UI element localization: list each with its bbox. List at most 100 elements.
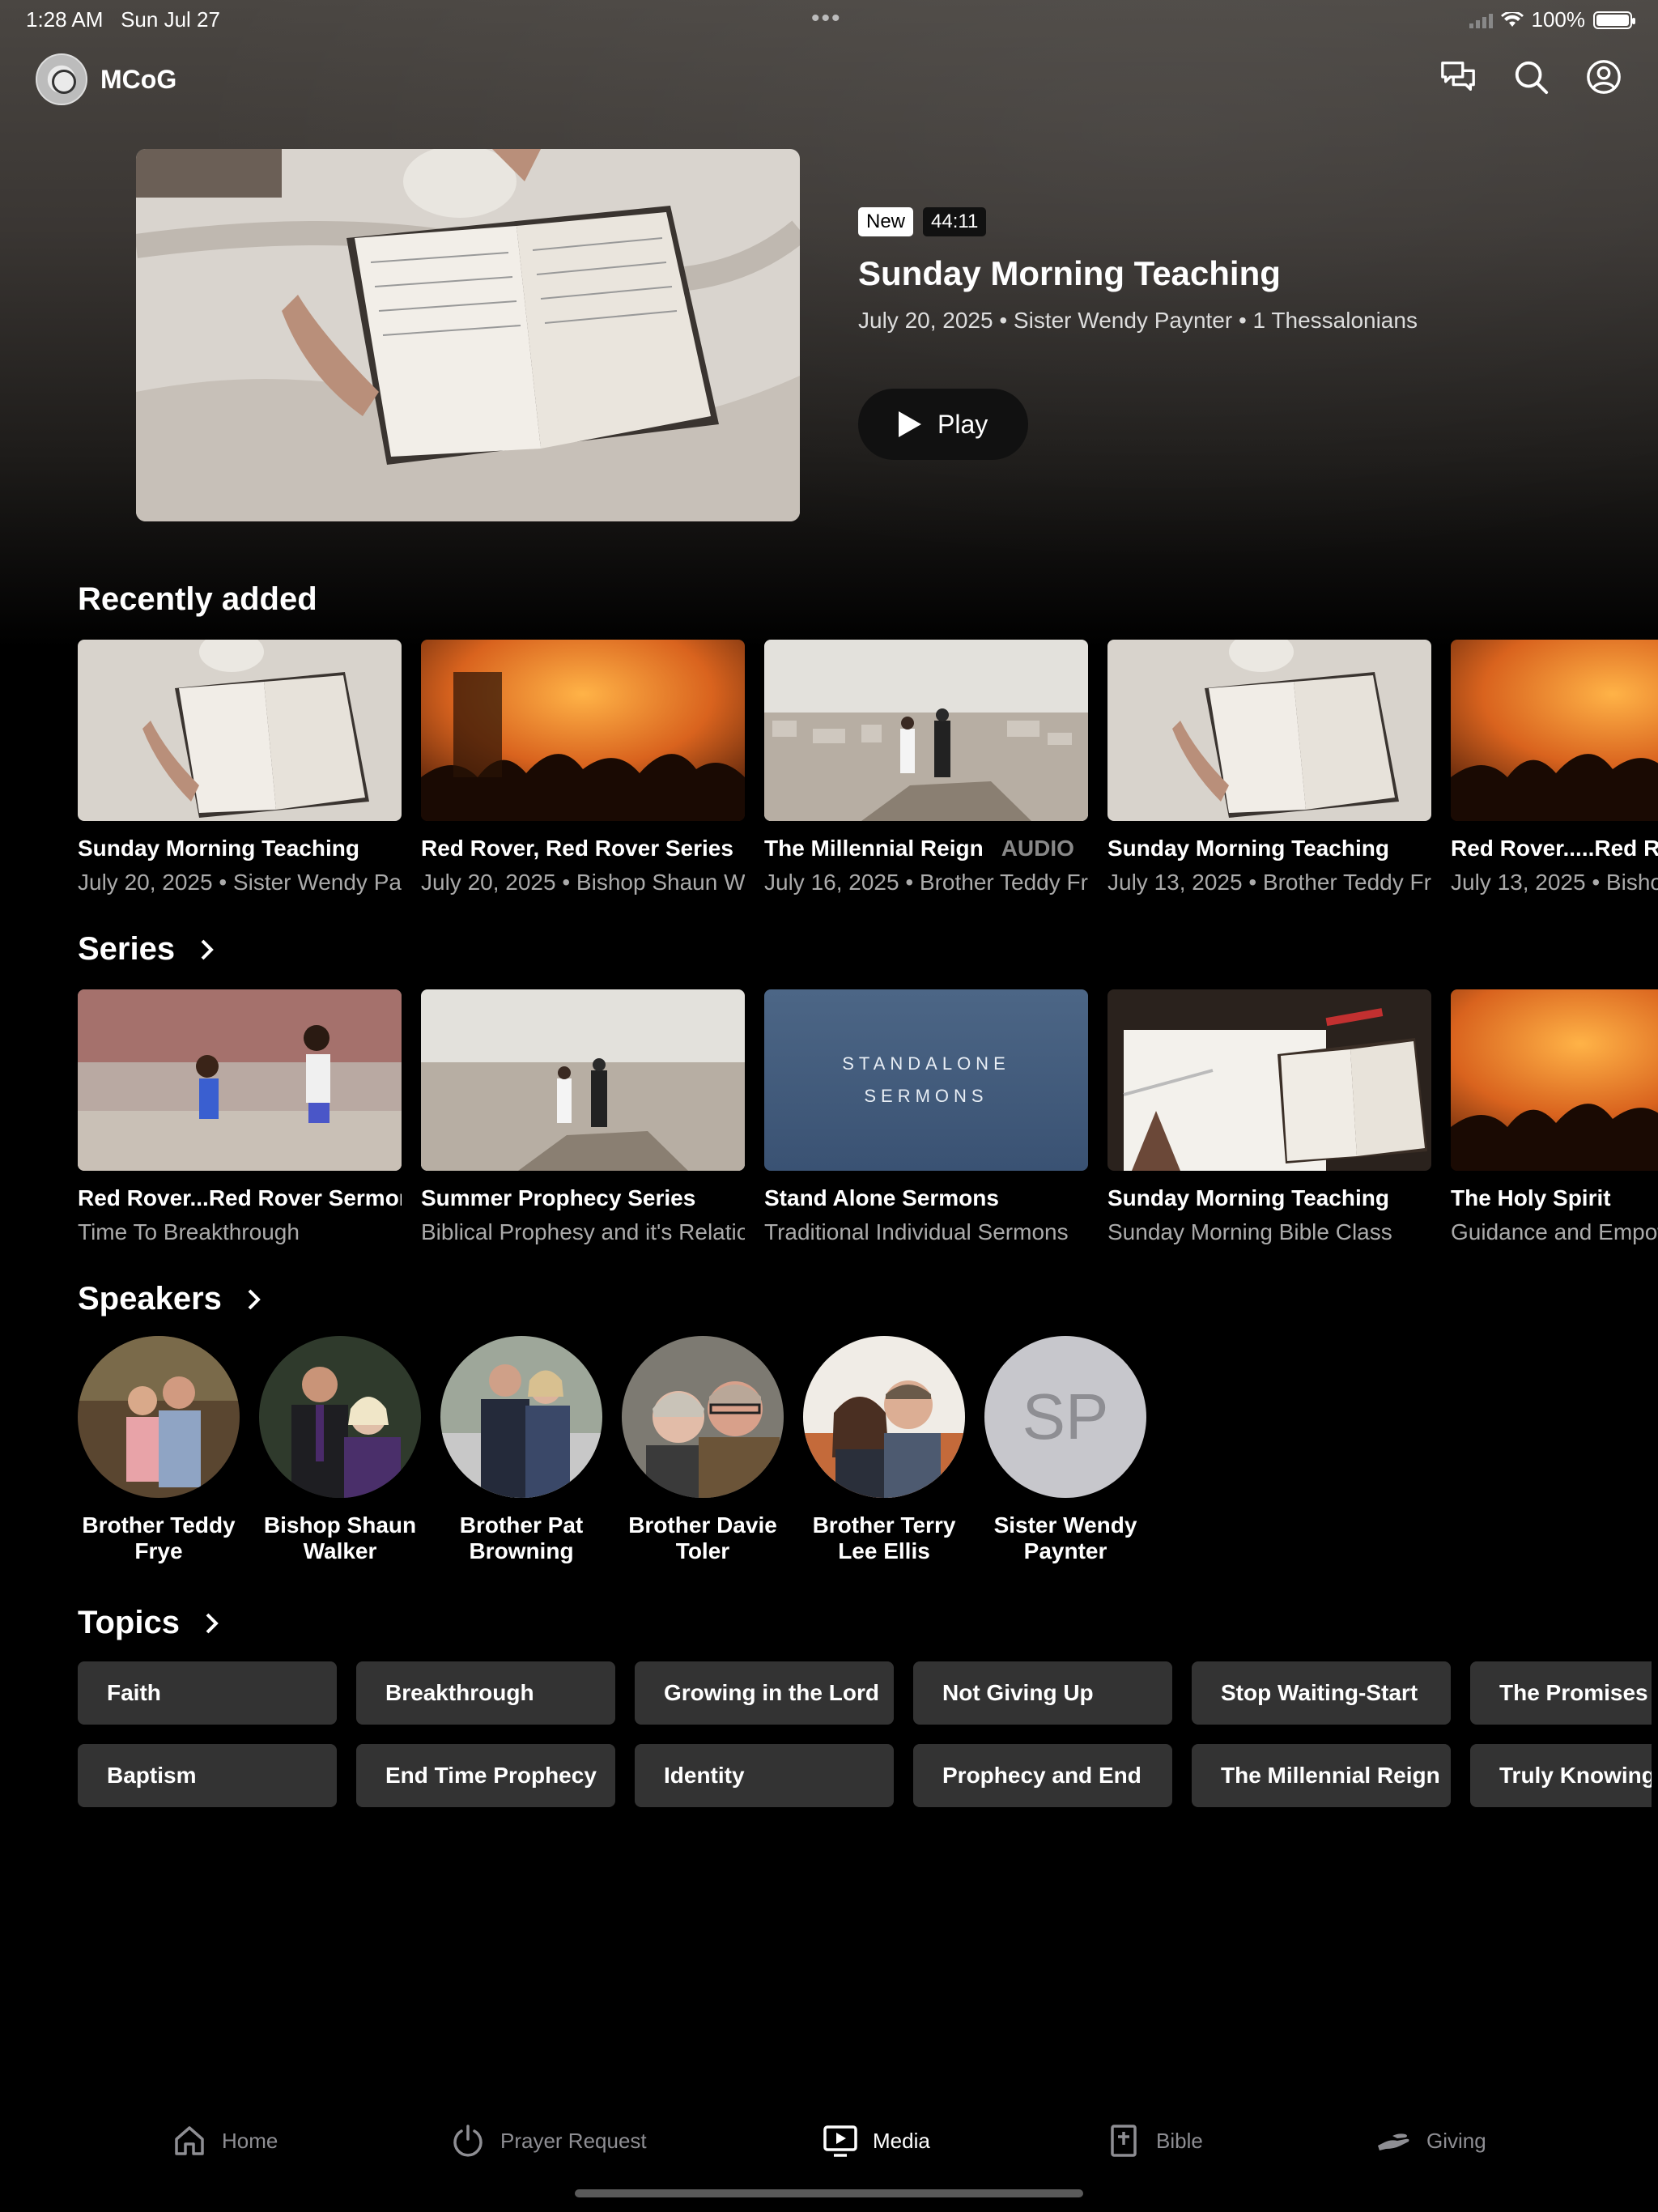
tab-label: Prayer Request bbox=[500, 2128, 647, 2153]
series-card[interactable]: Sunday Morning Teaching Sunday Morning B… bbox=[1107, 989, 1431, 1245]
series-thumbnail bbox=[78, 989, 402, 1171]
play-button-label: Play bbox=[937, 409, 988, 439]
new-badge: New bbox=[858, 207, 914, 236]
chevron-right-icon bbox=[201, 939, 214, 959]
featured-info: New 44:11 Sunday Morning Teaching July 2… bbox=[858, 207, 1418, 460]
series-thumbnail bbox=[1451, 989, 1658, 1171]
series-subtitle: Biblical Prophesy and it's Relation bbox=[421, 1219, 745, 1244]
series-card[interactable]: Red Rover...Red Rover Sermons Time To Br… bbox=[78, 989, 402, 1245]
media-title: Red Rover.....Red Rover bbox=[1451, 836, 1658, 861]
series-thumbnail bbox=[1107, 989, 1431, 1171]
topic-chip[interactable]: Growing in the Lord bbox=[635, 1661, 894, 1725]
status-right: 100% bbox=[1469, 7, 1635, 32]
media-title: Sunday Morning Teaching bbox=[1107, 836, 1389, 861]
avatar bbox=[622, 1336, 784, 1498]
topic-chip[interactable]: Baptism bbox=[78, 1744, 337, 1807]
topic-chip[interactable]: The Promises bbox=[1470, 1661, 1652, 1725]
media-card[interactable]: Red Rover, Red Rover Series July 20, 202… bbox=[421, 640, 745, 895]
bible-icon bbox=[1111, 2125, 1137, 2157]
topic-chip[interactable]: Prophecy and End bbox=[913, 1744, 1172, 1807]
header-actions bbox=[1439, 58, 1622, 96]
media-card[interactable]: Sunday Morning Teaching July 13, 2025 • … bbox=[1107, 640, 1431, 895]
app-header: MCoG bbox=[36, 52, 1622, 107]
tab-prayer-request[interactable]: Prayer Request bbox=[450, 2123, 647, 2159]
power-icon bbox=[453, 2125, 483, 2157]
speakers-title: Speakers bbox=[78, 1281, 222, 1317]
series-card[interactable]: STANDALONE SERMONS Stand Alone Sermons T… bbox=[764, 989, 1088, 1245]
play-button[interactable]: Play bbox=[858, 389, 1028, 460]
tab-media[interactable]: Media bbox=[823, 2123, 930, 2159]
media-card[interactable]: The Millennial Reign AUDIO July 16, 2025 … bbox=[764, 640, 1088, 895]
account-icon[interactable] bbox=[1585, 58, 1622, 96]
featured-artwork[interactable] bbox=[136, 149, 800, 521]
tab-giving[interactable]: Giving bbox=[1376, 2123, 1486, 2159]
speaker-name: Brother Teddy Frye bbox=[82, 1512, 236, 1563]
recently-added-title: Recently added bbox=[78, 581, 317, 617]
topic-chip[interactable]: Breakthrough bbox=[356, 1661, 615, 1725]
speaker-item[interactable]: Brother Terry Lee Ellis bbox=[803, 1336, 965, 1564]
series-row: Red Rover...Red Rover Sermons Time To Br… bbox=[78, 989, 1658, 1245]
topic-chip[interactable]: The Millennial Reign bbox=[1192, 1744, 1451, 1807]
duration-badge: 44:11 bbox=[923, 207, 987, 236]
tab-label: Home bbox=[222, 2128, 278, 2153]
cellular-signal-icon bbox=[1469, 12, 1493, 28]
media-card[interactable]: Sunday Morning Teaching July 20, 2025 • … bbox=[78, 640, 402, 895]
hand-giving-icon bbox=[1378, 2133, 1409, 2150]
search-icon[interactable] bbox=[1512, 58, 1550, 96]
home-indicator[interactable] bbox=[575, 2189, 1083, 2197]
topics-grid: Faith Breakthrough Growing in the Lord N… bbox=[78, 1661, 1658, 1807]
series-title: Series bbox=[78, 931, 176, 967]
media-thumbnail bbox=[1451, 640, 1658, 821]
status-bar: 1:28 AM Sun Jul 27 ••• 100% bbox=[0, 0, 1658, 39]
speakers-heading[interactable]: Speakers bbox=[78, 1281, 262, 1317]
media-title-text: The Millennial Reign bbox=[764, 836, 984, 861]
series-heading[interactable]: Series bbox=[78, 931, 215, 968]
media-title: The Millennial Reign AUDIO bbox=[764, 836, 1088, 861]
series-card[interactable]: Summer Prophecy Series Biblical Prophesy… bbox=[421, 989, 745, 1245]
media-thumbnail bbox=[1107, 640, 1431, 821]
topic-chip[interactable]: Truly Knowing bbox=[1470, 1744, 1652, 1807]
topic-chip[interactable]: Faith bbox=[78, 1661, 337, 1725]
series-subtitle: Time To Breakthrough bbox=[78, 1219, 300, 1244]
topic-chip[interactable]: Stop Waiting-Start bbox=[1192, 1661, 1451, 1725]
series-card[interactable]: The Holy Spirit Guidance and Empowerment bbox=[1451, 989, 1658, 1245]
series-title-text: Summer Prophecy Series bbox=[421, 1185, 696, 1210]
media-subtitle: July 13, 2025 • Brother Teddy Frye bbox=[1107, 870, 1431, 895]
tab-bible[interactable]: Bible bbox=[1106, 2123, 1203, 2159]
speaker-item[interactable]: Brother Pat Browning bbox=[440, 1336, 602, 1564]
chat-bubbles-icon[interactable] bbox=[1439, 58, 1477, 96]
media-thumbnail bbox=[764, 640, 1088, 821]
avatar bbox=[440, 1336, 602, 1498]
topic-chip[interactable]: Not Giving Up bbox=[913, 1661, 1172, 1725]
church-logo[interactable] bbox=[36, 53, 87, 105]
house-icon bbox=[175, 2126, 204, 2155]
media-subtitle: July 13, 2025 • Bishop Shaun Walker bbox=[1451, 870, 1658, 895]
tab-bar: Home Prayer Request Media Bible Giving bbox=[0, 2113, 1658, 2186]
multitasking-dots-icon[interactable]: ••• bbox=[811, 5, 842, 32]
status-date: Sun Jul 27 bbox=[121, 7, 220, 32]
avatar: SP bbox=[984, 1336, 1146, 1498]
speaker-item[interactable]: SP Sister Wendy Paynter bbox=[984, 1336, 1146, 1564]
media-card[interactable]: Red Rover.....Red Rover July 13, 2025 • … bbox=[1451, 640, 1658, 895]
topics-heading[interactable]: Topics bbox=[78, 1605, 220, 1641]
series-title-text: Sunday Morning Teaching bbox=[1107, 1185, 1389, 1210]
tab-label: Media bbox=[873, 2128, 930, 2153]
standalone-art-line: STANDALONE bbox=[842, 1053, 1010, 1074]
speaker-name: Brother Davie Toler bbox=[628, 1512, 777, 1563]
speaker-item[interactable]: Brother Teddy Frye bbox=[78, 1336, 240, 1564]
chevron-right-icon bbox=[248, 1289, 261, 1309]
status-clock: 1:28 AM bbox=[26, 7, 104, 32]
tab-home[interactable]: Home bbox=[172, 2123, 278, 2159]
recently-added-row: Sunday Morning Teaching July 20, 2025 • … bbox=[78, 640, 1658, 895]
media-thumbnail bbox=[78, 640, 402, 821]
status-time: 1:28 AM Sun Jul 27 bbox=[26, 7, 220, 32]
topics-title: Topics bbox=[78, 1605, 180, 1640]
topic-chip[interactable]: Identity bbox=[635, 1744, 894, 1807]
media-subtitle: July 20, 2025 • Bishop Shaun Walker bbox=[421, 870, 745, 895]
featured-title: Sunday Morning Teaching bbox=[858, 254, 1281, 292]
speaker-item[interactable]: Bishop Shaun Walker bbox=[259, 1336, 421, 1564]
speakers-row: Brother Teddy Frye Bishop Shaun Walker B… bbox=[78, 1336, 1146, 1564]
topic-chip[interactable]: End Time Prophecy bbox=[356, 1744, 615, 1807]
series-subtitle: Sunday Morning Bible Class bbox=[1107, 1219, 1392, 1244]
speaker-item[interactable]: Brother Davie Toler bbox=[622, 1336, 784, 1564]
